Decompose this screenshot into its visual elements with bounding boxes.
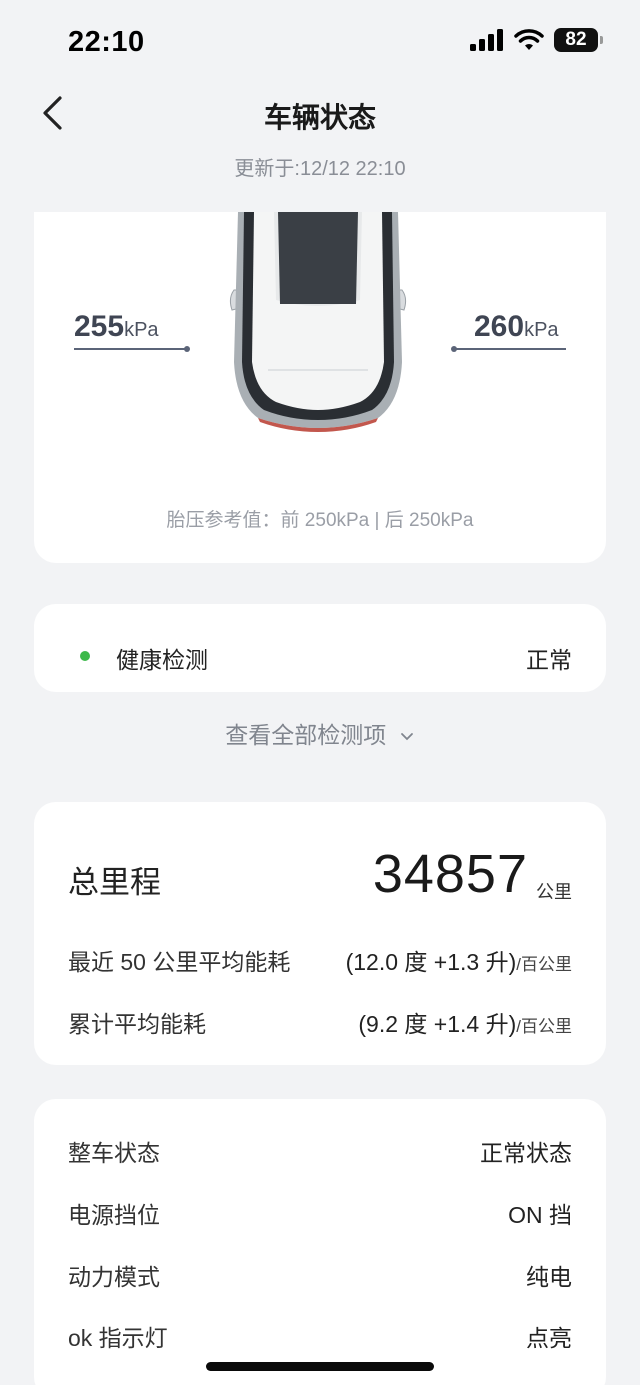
tire-reference-text: 胎压参考值：前 250kPa | 后 250kPa [166,510,474,531]
status-row-value: 纯电 [526,1264,572,1290]
tire-left-value: 255 [74,310,125,343]
wifi-icon [514,29,544,50]
total-mileage-label: 总里程 [68,865,161,900]
recent-consumption-unit: /百公里 [516,955,572,974]
tire-left-leader-line [74,348,186,350]
status-row-label: ok 指示灯 [68,1325,168,1351]
status-row-label: 电源挡位 [68,1202,160,1228]
tire-left-reading: 255kPa [74,310,159,344]
health-check-label: 健康检测 [116,647,208,673]
page-title: 车辆状态 [263,102,376,133]
tire-left-unit: kPa [124,319,159,341]
chevron-down-icon [400,733,413,741]
status-row-value: 点亮 [526,1325,572,1351]
status-row-value: ON 挡 [508,1202,572,1228]
cumulative-consumption-label: 累计平均能耗 [68,1011,206,1037]
recent-consumption-amount: (12.0 度 +1.3 升) [345,949,517,975]
update-timestamp: 更新于:12/12 22:10 [234,158,406,180]
tire-right-value: 260 [474,310,525,343]
battery-icon: 82 [554,28,603,52]
recent-consumption-label: 最近 50 公里平均能耗 [68,949,291,975]
signal-icon [470,29,503,51]
tire-left-leader-dot [184,346,190,352]
recent-consumption-value: (12.0 度 +1.3 升)/百公里 [346,943,572,977]
cumulative-consumption-unit: /百公里 [516,1017,572,1036]
tire-right-unit: kPa [524,319,559,341]
car-top-view-image [229,212,407,432]
home-indicator[interactable] [206,1362,434,1371]
view-all-checks-link[interactable]: 查看全部检测项 [0,716,640,750]
status-bar-icons: 82 [470,28,603,52]
total-mileage-value: 34857 [372,844,528,904]
status-row-label: 动力模式 [68,1264,160,1290]
status-row-value: 正常状态 [480,1140,572,1166]
health-check-value: 正常 [526,647,572,673]
cumulative-consumption-amount: (9.2 度 +1.4 升) [358,1011,517,1037]
tire-right-reading: 260kPa [474,310,559,344]
view-all-checks-label: 查看全部检测项 [225,722,387,748]
tire-right-leader-dot [451,346,457,352]
status-row-label: 整车状态 [68,1140,160,1166]
status-bar-time: 22:10 [68,26,145,58]
health-status-dot [80,651,90,661]
total-mileage-unit: 公里 [536,882,572,902]
tire-right-leader-line [454,348,566,350]
cumulative-consumption-value: (9.2 度 +1.4 升)/百公里 [358,1005,572,1039]
